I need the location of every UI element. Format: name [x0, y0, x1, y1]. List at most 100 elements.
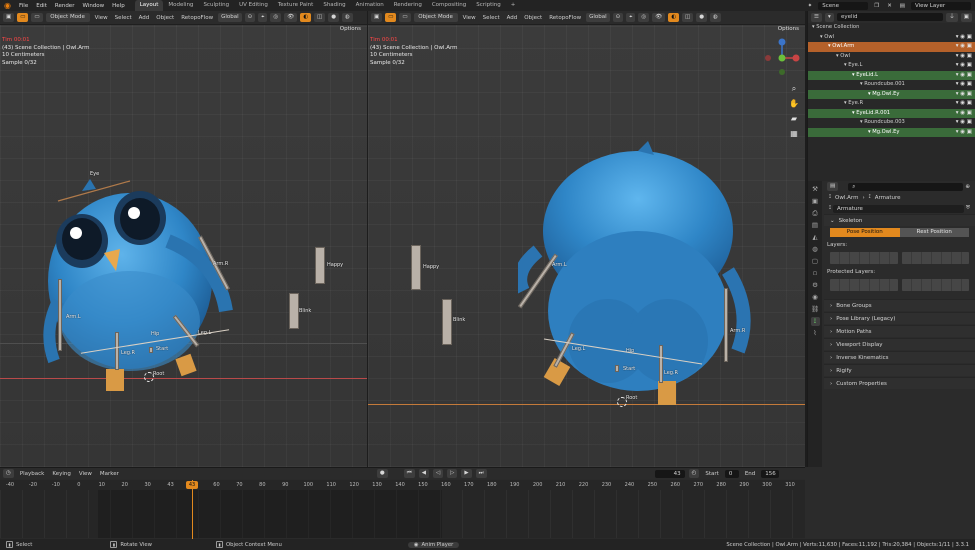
proportional-icon[interactable]: ◎: [638, 13, 650, 22]
jump-end-icon[interactable]: ⏭: [475, 469, 487, 478]
anim-player-job[interactable]: ◉ Anim Player: [407, 541, 460, 548]
constraint-tab-icon[interactable]: ⛓: [811, 305, 820, 314]
close-icon[interactable]: ✕: [885, 3, 894, 9]
outliner-row[interactable]: ▾ Owl ▾ ◉ ▣: [808, 52, 975, 62]
menu-select[interactable]: Select: [113, 15, 134, 21]
view-layer-tab-icon[interactable]: ▤: [811, 221, 820, 230]
camera-icon[interactable]: ▰: [788, 113, 800, 124]
visibility-toggle-icons[interactable]: ▾ ◉ ▣: [956, 90, 972, 100]
visibility-toggle-icons[interactable]: ▾ ◉ ▣: [956, 61, 972, 71]
end-frame-field[interactable]: 156: [761, 469, 780, 478]
menu-add[interactable]: Add: [505, 15, 520, 21]
editor-type-button[interactable]: ☰: [811, 12, 822, 22]
overlay-icon[interactable]: ◐: [300, 13, 311, 22]
layers-grid-left[interactable]: [830, 252, 898, 264]
visibility-toggle-icons[interactable]: ▾ ◉ ▣: [956, 118, 972, 128]
tool-tab-icon[interactable]: ⚒: [811, 185, 820, 194]
outliner-row[interactable]: ▾ Eye.R ▾ ◉ ▣: [808, 99, 975, 109]
bone-arm-r-back[interactable]: [724, 288, 728, 362]
select-box-mode-button[interactable]: ▭: [17, 13, 29, 22]
armature-data-tab-icon[interactable]: ⟟: [810, 317, 820, 326]
select-extend-button[interactable]: ▭: [31, 13, 43, 22]
visibility-toggle-icons[interactable]: ▾ ◉ ▣: [956, 128, 972, 138]
menu-file[interactable]: File: [15, 3, 32, 9]
copy-icon[interactable]: ❐: [872, 3, 881, 9]
layers-grid-right[interactable]: [901, 252, 969, 264]
visibility-toggle-icons[interactable]: ▾ ◉ ▣: [956, 80, 972, 90]
editor-type-button[interactable]: ◷: [3, 469, 14, 478]
orientation-dropdown[interactable]: Global: [218, 13, 242, 22]
shading-rendered-icon[interactable]: ◍: [710, 13, 721, 22]
outliner-row[interactable]: ▾ Roundcube.003 ▾ ◉ ▣: [808, 118, 975, 128]
retopoflow-menu[interactable]: RetopoFlow: [547, 15, 583, 21]
viewport-right[interactable]: ▣ ▭ ▭ Object Mode View Select Add Object…: [368, 11, 805, 467]
shading-rendered-icon[interactable]: ◍: [342, 13, 353, 22]
outliner-row[interactable]: ▾ Mg.Owl.Ey ▾ ◉ ▣: [808, 127, 975, 138]
options-dropdown[interactable]: Options: [778, 26, 799, 32]
xray-icon[interactable]: ◫: [314, 13, 326, 22]
properties-search-input[interactable]: ⌕: [848, 182, 964, 191]
rest-position-button[interactable]: Rest Position: [899, 228, 969, 237]
prev-key-icon[interactable]: ◀: [418, 469, 429, 478]
outliner-row[interactable]: ▾ Mg.Owl.Ey ▾ ◉ ▣: [808, 89, 975, 100]
mode-dropdown[interactable]: Object Mode: [45, 13, 90, 22]
protected-grid-left[interactable]: [830, 279, 898, 291]
collapsed-panel-header[interactable]: › Rigify: [824, 364, 975, 376]
menu-object[interactable]: Object: [154, 15, 176, 21]
bone-leg-r-front[interactable]: [115, 332, 119, 370]
menu-add[interactable]: Add: [137, 15, 152, 21]
tab-texture-paint[interactable]: Texture Paint: [273, 0, 319, 11]
outliner-row[interactable]: ▾ Roundcube.001 ▾ ◉ ▣: [808, 80, 975, 90]
collapsed-panel-header[interactable]: › Pose Library (Legacy): [824, 312, 975, 324]
collapsed-panel-header[interactable]: › Viewport Display: [824, 338, 975, 350]
menu-render[interactable]: Render: [51, 3, 79, 9]
collapsed-panel-header[interactable]: › Bone Groups: [824, 299, 975, 311]
tab-rendering[interactable]: Rendering: [389, 0, 427, 11]
play-icon[interactable]: ▷: [447, 469, 458, 478]
tab-compositing[interactable]: Compositing: [427, 0, 471, 11]
tab-shading[interactable]: Shading: [318, 0, 350, 11]
visibility-icon[interactable]: 👁: [652, 13, 666, 22]
blender-logo-icon[interactable]: ◉: [3, 1, 12, 10]
clock-icon[interactable]: ◴: [688, 469, 700, 478]
protected-grid-right[interactable]: [901, 279, 969, 291]
editor-type-button[interactable]: ▣: [3, 13, 15, 22]
tab-uv-editing[interactable]: UV Editing: [234, 0, 273, 11]
bone-happy[interactable]: [315, 247, 325, 284]
view-layer-field[interactable]: View Layer: [911, 1, 971, 10]
new-collection-icon[interactable]: ▣: [960, 12, 972, 22]
menu-view[interactable]: View: [93, 15, 110, 21]
visibility-toggle-icons[interactable]: ▾ ◉ ▣: [956, 33, 972, 43]
collection-tab-icon[interactable]: ▢: [811, 257, 820, 266]
object-tab-icon[interactable]: ▫: [811, 269, 820, 278]
editor-type-button[interactable]: ▤: [827, 182, 839, 191]
outliner-search-input[interactable]: eyelid: [836, 13, 944, 21]
viewport-left[interactable]: ▣ ▭ ▭ Object Mode View Select Add Object…: [0, 11, 367, 467]
record-icon[interactable]: ●: [376, 469, 388, 478]
pose-position-button[interactable]: Pose Position: [830, 228, 900, 237]
play-reverse-icon[interactable]: ◁: [432, 469, 444, 478]
collapsed-panel-header[interactable]: › Custom Properties: [824, 377, 975, 389]
modifier-tab-icon[interactable]: ⚙: [811, 281, 820, 290]
physics-tab-icon[interactable]: ◉: [811, 293, 820, 302]
bone-tab-icon[interactable]: ⌇: [811, 329, 820, 338]
options-dropdown[interactable]: Options: [340, 26, 361, 32]
pin-icon[interactable]: ⊕: [963, 184, 972, 190]
bone-arm-l-front[interactable]: [58, 279, 62, 351]
pan-hand-icon[interactable]: ✋: [788, 98, 800, 109]
outliner-row[interactable]: ▾ Scene Collection: [808, 23, 975, 33]
menu-object[interactable]: Object: [522, 15, 544, 21]
snap-icon[interactable]: ⌖: [258, 13, 268, 22]
menu-select[interactable]: Select: [481, 15, 502, 21]
tab-modeling[interactable]: Modeling: [163, 0, 198, 11]
tab-scripting[interactable]: Scripting: [471, 0, 505, 11]
shading-solid-icon[interactable]: ●: [328, 13, 340, 22]
scene-field[interactable]: Scene: [818, 1, 869, 10]
bone-start-front[interactable]: [149, 347, 153, 353]
snap-icon[interactable]: ⌖: [626, 13, 636, 22]
xray-icon[interactable]: ◫: [682, 13, 694, 22]
retopoflow-menu[interactable]: RetopoFlow: [179, 15, 215, 21]
timeline-tracks[interactable]: [0, 490, 805, 538]
zoom-icon[interactable]: ⌕: [788, 83, 800, 94]
outliner-row[interactable]: ▾ EyeLid.R.001 ▾ ◉ ▣: [808, 108, 975, 118]
